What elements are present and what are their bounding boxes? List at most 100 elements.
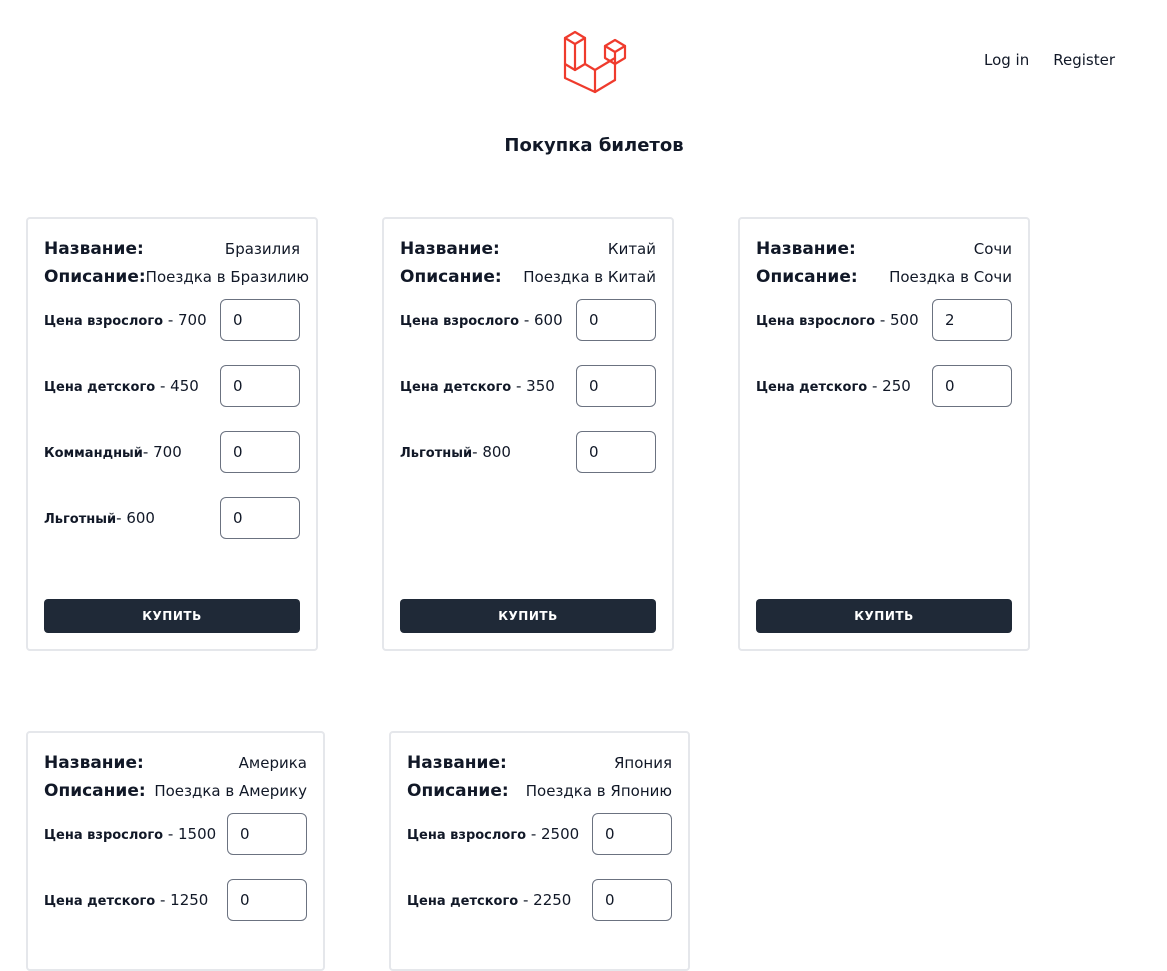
tour-description: Поездка в Китай: [523, 268, 656, 286]
adult-qty-input[interactable]: [592, 813, 672, 855]
price-label: Цена детского: [400, 380, 512, 395]
price-value: 1250: [170, 891, 209, 909]
price-row-team: Коммандный- 700: [44, 431, 300, 473]
price-value: 700: [153, 443, 182, 461]
tour-card-america: Название: Америка Описание: Поездка в Ам…: [26, 731, 325, 971]
price-value: 800: [482, 443, 511, 461]
price-row-child: Цена детского - 350: [400, 365, 656, 407]
buy-button[interactable]: КУПИТЬ: [44, 599, 300, 633]
price-row-discount: Льготный- 800: [400, 431, 656, 473]
tour-name-row: Название: Америка: [44, 749, 307, 777]
price-value: 1500: [178, 825, 217, 843]
price-row-discount: Льготный- 600: [44, 497, 300, 539]
price-row-adult: Цена взрослого - 600: [400, 299, 656, 341]
price-label: Цена взрослого: [756, 314, 876, 329]
price-value: 600: [534, 311, 563, 329]
price-label: Коммандный: [44, 446, 143, 461]
price-label: Цена взрослого: [400, 314, 520, 329]
tour-name: Америка: [238, 754, 307, 772]
register-link[interactable]: Register: [1053, 51, 1115, 69]
price-label: Цена детского: [407, 894, 519, 909]
price-label: Цена детского: [44, 380, 156, 395]
auth-links: Log in Register: [984, 51, 1115, 69]
price-value: 450: [170, 377, 199, 395]
name-label: Название: [44, 239, 137, 259]
price-value: 350: [526, 377, 555, 395]
description-label: Описание: [44, 267, 139, 287]
team-qty-input[interactable]: [220, 431, 300, 473]
price-row-child: Цена детского - 450: [44, 365, 300, 407]
price-value: 250: [882, 377, 911, 395]
description-label: Описание: [400, 267, 495, 287]
price-label: Льготный: [400, 446, 473, 461]
price-label: Цена детского: [756, 380, 868, 395]
tour-description: Поездка в Бразилию: [145, 268, 310, 286]
price-row-child: Цена детского - 1250: [44, 879, 307, 921]
child-qty-input[interactable]: [576, 365, 656, 407]
child-qty-input[interactable]: [932, 365, 1012, 407]
tour-description-row: Описание: Поездка в Бразилию: [44, 263, 309, 291]
name-label: Название: [756, 239, 849, 259]
price-row-adult: Цена взрослого - 1500: [44, 813, 307, 855]
tour-description-row: Описание: Поездка в Китай: [400, 263, 656, 291]
price-list: Цена взрослого - 600 Цена детского - 350…: [400, 299, 656, 473]
tour-card-japan: Название: Япония Описание: Поездка в Япо…: [389, 731, 690, 971]
price-value: 500: [890, 311, 919, 329]
discount-qty-input[interactable]: [220, 497, 300, 539]
child-qty-input[interactable]: [227, 879, 307, 921]
tour-name-row: Название: Сочи: [756, 235, 1012, 263]
top-header: Log in Register: [0, 0, 1167, 110]
login-link[interactable]: Log in: [984, 51, 1029, 69]
buy-button[interactable]: КУПИТЬ: [756, 599, 1012, 633]
tour-name: Китай: [607, 240, 656, 258]
price-label: Цена взрослого: [44, 314, 164, 329]
tour-description-row: Описание: Поездка в Сочи: [756, 263, 1012, 291]
tour-description: Поездка в Японию: [525, 782, 672, 800]
tour-name: Сочи: [973, 240, 1012, 258]
tour-description-row: Описание: Поездка в Америку: [44, 777, 307, 805]
tour-name-row: Название: Бразилия: [44, 235, 300, 263]
price-list: Цена взрослого - 700 Цена детского - 450…: [44, 299, 300, 539]
tour-card-sochi: Название: Сочи Описание: Поездка в Сочи …: [738, 217, 1030, 651]
child-qty-input[interactable]: [220, 365, 300, 407]
price-list: Цена взрослого - 500 Цена детского - 250: [756, 299, 1012, 407]
tour-description-row: Описание: Поездка в Японию: [407, 777, 672, 805]
price-label: Цена взрослого: [407, 828, 527, 843]
buy-button[interactable]: КУПИТЬ: [400, 599, 656, 633]
price-value: 2500: [541, 825, 580, 843]
description-label: Описание: [44, 781, 139, 801]
name-label: Название: [44, 753, 137, 773]
name-label: Название: [407, 753, 500, 773]
discount-qty-input[interactable]: [576, 431, 656, 473]
name-label: Название: [400, 239, 493, 259]
price-label: Цена детского: [44, 894, 156, 909]
price-row-child: Цена детского - 2250: [407, 879, 672, 921]
tour-card-brazil: Название: Бразилия Описание: Поездка в Б…: [26, 217, 318, 651]
child-qty-input[interactable]: [592, 879, 672, 921]
price-label: Льготный: [44, 512, 117, 527]
tour-name-row: Название: Китай: [400, 235, 656, 263]
tour-card-china: Название: Китай Описание: Поездка в Кита…: [382, 217, 674, 651]
adult-qty-input[interactable]: [227, 813, 307, 855]
description-label: Описание: [756, 267, 851, 287]
tour-description: Поездка в Америку: [154, 782, 307, 800]
price-value: 600: [126, 509, 155, 527]
price-list: Цена взрослого - 1500 Цена детского - 12…: [44, 813, 307, 921]
price-value: 700: [178, 311, 207, 329]
price-label: Цена взрослого: [44, 828, 164, 843]
tour-name-row: Название: Япония: [407, 749, 672, 777]
tour-name: Бразилия: [224, 240, 300, 258]
adult-qty-input[interactable]: [932, 299, 1012, 341]
tour-description: Поездка в Сочи: [889, 268, 1012, 286]
price-row-adult: Цена взрослого - 500: [756, 299, 1012, 341]
price-value: 2250: [533, 891, 572, 909]
price-row-adult: Цена взрослого - 2500: [407, 813, 672, 855]
tour-name: Япония: [614, 754, 672, 772]
description-label: Описание: [407, 781, 502, 801]
price-row-child: Цена детского - 250: [756, 365, 1012, 407]
price-list: Цена взрослого - 2500 Цена детского - 22…: [407, 813, 672, 921]
adult-qty-input[interactable]: [576, 299, 656, 341]
adult-qty-input[interactable]: [220, 299, 300, 341]
laravel-logo-icon: [560, 26, 630, 96]
price-row-adult: Цена взрослого - 700: [44, 299, 300, 341]
